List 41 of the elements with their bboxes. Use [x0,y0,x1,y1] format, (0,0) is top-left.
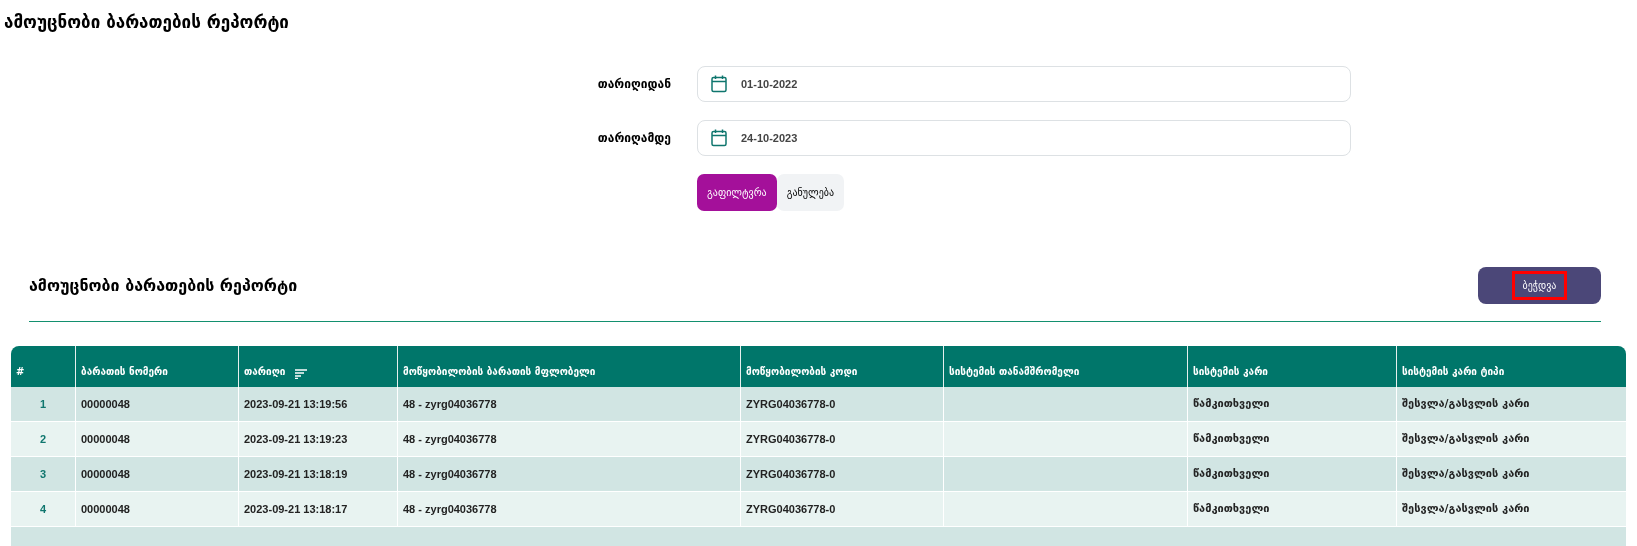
date-label: თარიღამდე [596,130,671,147]
table-cell-text: წამკითხველი [1193,430,1270,447]
table-cell-text: 2023-09-21 13:18:19 [244,466,348,482]
row-number: 1 [39,396,47,412]
row-number: 2 [39,431,47,447]
table-cell-text: 00000048 [81,501,130,517]
table-cell-text: ZYRG04036778-0 [746,431,836,447]
table-cell-text: შესვლა/გასვლის კარი [1402,465,1530,482]
row-number: 3 [39,466,47,482]
date-label: თარიღიდან [596,76,671,93]
date-field[interactable]: 01-10-2022 [697,66,1351,102]
sort-icon[interactable] [295,369,308,379]
table-cell-text: 00000048 [81,466,130,482]
print-button[interactable]: ბეჭდვა [1478,267,1601,304]
table-cell-text: 00000048 [81,431,130,447]
table-cell-text: 48 - zyrg04036778 [403,396,497,412]
table-cell-text: შესვლა/გასვლის კარი [1402,500,1530,517]
reset-button[interactable]: განულება [776,174,844,211]
date-field[interactable]: 24-10-2023 [697,120,1351,156]
row-number: 4 [39,501,47,517]
table-cell-text: 2023-09-21 13:18:17 [244,501,348,517]
table-cell-text: 48 - zyrg04036778 [403,431,497,447]
table-cell-text: ZYRG04036778-0 [746,396,836,412]
column-header: # [15,365,26,379]
table-cell-text: ZYRG04036778-0 [746,501,836,517]
report-title: ამოუცნობი ბარათების რეპორტი [29,274,298,297]
table-cell-text: 48 - zyrg04036778 [403,466,497,482]
table-cell-text: 2023-09-21 13:19:56 [244,396,348,412]
table-cell-text: 00000048 [81,396,130,412]
table-cell-text: 48 - zyrg04036778 [403,501,497,517]
table-cell-text: წამკითხველი [1193,500,1270,517]
table-cell-text: შესვლა/გასვლის კარი [1402,395,1530,412]
page-title: ამოუცნობი ბარათების რეპორტი [3,11,289,34]
table-cell-text: წამკითხველი [1193,465,1270,482]
table-cell-text: ZYRG04036778-0 [746,466,836,482]
table-cell-text: 2023-09-21 13:19:23 [244,431,348,447]
table-cell-text: შესვლა/გასვლის კარი [1402,430,1530,447]
table-cell-text: წამკითხველი [1193,395,1270,412]
calendar-icon [711,129,727,147]
calendar-icon [711,75,727,93]
filter-button[interactable]: გაფილტვრა [697,174,777,211]
